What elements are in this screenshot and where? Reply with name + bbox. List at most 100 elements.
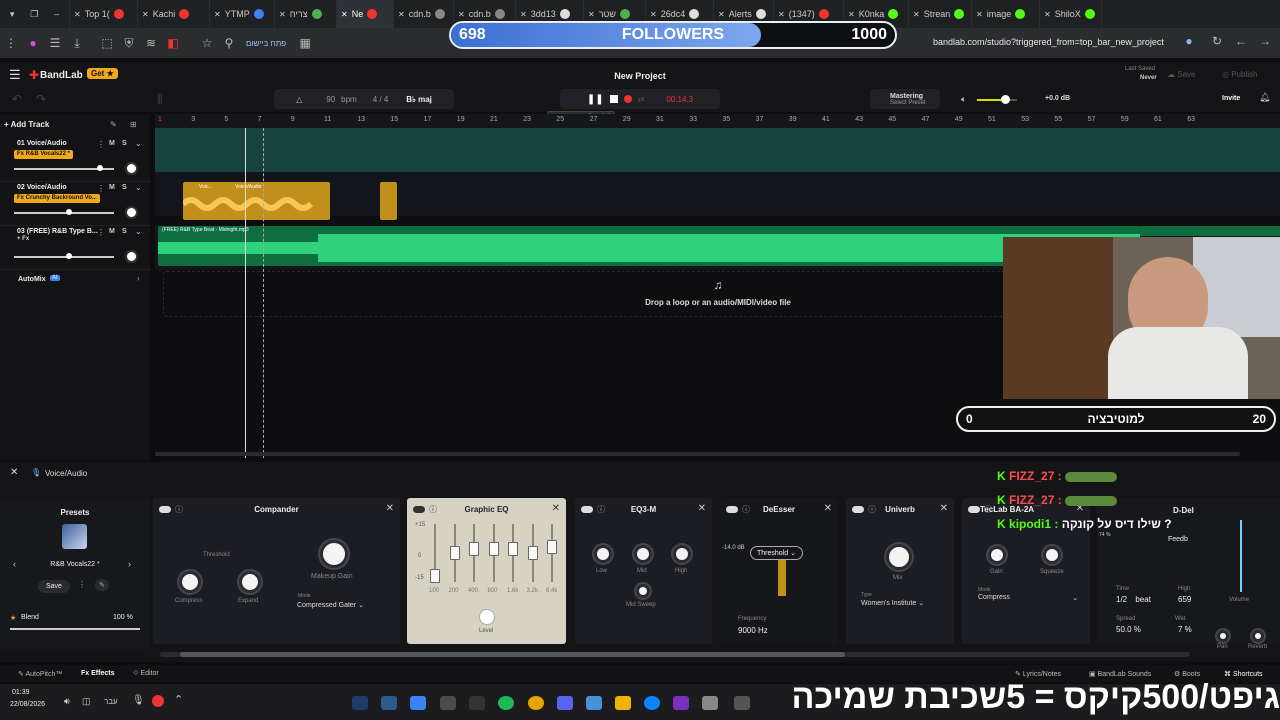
rename-icon[interactable]: ✎ — [95, 579, 109, 591]
teclab-mode-select[interactable]: Compress ⌄ — [978, 594, 1078, 602]
browser-tab[interactable]: ✕ Strean — [909, 0, 972, 28]
compander-close-icon[interactable]: ✕ — [386, 503, 394, 514]
feedback-label[interactable]: Feedb — [1165, 535, 1191, 544]
tab-close-icon[interactable]: ✕ — [458, 10, 465, 19]
solo-button[interactable]: S — [122, 140, 127, 147]
tab-search-icon[interactable]: ▾ — [10, 9, 15, 20]
tab-close-icon[interactable]: ✕ — [650, 10, 657, 19]
automix-row[interactable]: AutoMix AI › — [0, 269, 150, 289]
mute-button[interactable]: M — [109, 228, 115, 235]
app-window-icon[interactable]: ▦ — [294, 36, 316, 50]
lane-1[interactable] — [155, 128, 1280, 172]
discord-icon[interactable] — [557, 696, 573, 710]
project-title[interactable]: New Project — [0, 71, 1280, 81]
tray-expand-icon[interactable]: ⌃ — [174, 693, 183, 706]
low-knob[interactable] — [594, 545, 612, 563]
tab-close-icon[interactable]: ✕ — [778, 10, 785, 19]
add-track-button[interactable]: + Add Track — [4, 120, 49, 129]
lyrics-tab[interactable]: ✎ Lyrics/Notes — [1015, 670, 1061, 678]
shortcuts-tab[interactable]: ⌘ Shortcuts — [1224, 670, 1263, 678]
time-value[interactable]: 1/2 beat — [1116, 595, 1151, 604]
tab-close-icon[interactable]: ✕ — [848, 10, 855, 19]
invite-button[interactable]: Invite — [1222, 95, 1240, 102]
mic-tray-icon[interactable]: 🎙︎ — [132, 695, 145, 706]
mute-button[interactable]: M — [109, 140, 115, 147]
browser-tab[interactable]: ✕ Ne — [337, 0, 394, 28]
track-pan-knob[interactable] — [125, 206, 138, 219]
compress-knob[interactable] — [179, 571, 201, 593]
notification-bell-icon[interactable]: 🔔︎ — [1259, 92, 1270, 103]
track-volume-thumb[interactable] — [66, 209, 72, 215]
expand-knob[interactable] — [239, 571, 261, 593]
effects-scrollbar[interactable] — [160, 652, 1190, 657]
tab-close-icon[interactable]: ✕ — [214, 10, 221, 19]
makeup-gain-knob[interactable] — [320, 540, 348, 568]
horizontal-scrollbar[interactable] — [155, 452, 1240, 456]
app-icon-2[interactable] — [734, 696, 750, 710]
browser-tab[interactable]: ✕ ShiloX — [1040, 0, 1102, 28]
download-icon[interactable]: ⤓ — [66, 36, 88, 51]
track-menu-icon[interactable]: ⋮ — [97, 184, 105, 193]
record-tray-icon[interactable] — [152, 695, 164, 707]
browser-tab[interactable]: ✕ YTMP — [210, 0, 275, 28]
edge-icon[interactable] — [644, 696, 660, 710]
tab-close-icon[interactable]: ✕ — [1044, 10, 1051, 19]
window-controls[interactable]: ▾ ❐ – — [0, 0, 70, 28]
browser-tab[interactable]: ✕ cdn.b — [394, 0, 454, 28]
mute-button[interactable]: M — [109, 184, 115, 191]
tab-close-icon[interactable]: ✕ — [398, 10, 405, 19]
track-expand-icon[interactable]: ⌄ — [135, 139, 142, 148]
vs-icon[interactable] — [673, 696, 689, 710]
track-expand-icon[interactable]: ⌄ — [135, 183, 142, 192]
save-project-button[interactable]: ☁ Save — [1167, 70, 1195, 79]
wet-value[interactable]: 7 % — [1178, 625, 1192, 634]
eq-band-fader[interactable] — [527, 546, 538, 560]
tab-close-icon[interactable]: ✕ — [520, 10, 527, 19]
solo-button[interactable]: S — [122, 228, 127, 235]
spotify-icon[interactable] — [498, 696, 514, 710]
threshold-chip[interactable]: Threshold ⌄ — [750, 546, 803, 560]
mastering-selector[interactable]: Mastering Select Preset — [870, 89, 940, 109]
track-fx-chip[interactable]: + Fx — [14, 235, 32, 244]
explorer-icon[interactable] — [615, 696, 631, 710]
frequency-value[interactable]: 9000 Hz — [738, 626, 768, 635]
tab-close-icon[interactable]: ✕ — [74, 10, 81, 19]
eq-band-fader[interactable] — [449, 546, 460, 560]
track-header[interactable]: 01 Voice/Audio ⋮ M S ⌄ Fx R&B Vocals22 * — [0, 138, 150, 182]
undo-icon[interactable]: ↶ — [12, 92, 22, 106]
lane-2[interactable]: Voic... Voice/Audio — [155, 172, 1280, 220]
profile-icon[interactable]: ● — [22, 36, 44, 50]
chevron-right-icon[interactable]: › — [137, 274, 140, 283]
record-icon[interactable] — [623, 95, 632, 103]
beat-clip-tail[interactable] — [1140, 226, 1280, 236]
open-in-app-chip[interactable]: פתח ביישום — [246, 39, 286, 48]
eq-band-fader[interactable] — [547, 540, 557, 555]
track-volume-thumb[interactable] — [66, 253, 72, 259]
network-tray-icon[interactable]: ◫ — [82, 696, 91, 707]
save-preset-button[interactable]: Save — [38, 580, 70, 593]
track-menu-icon[interactable]: ⋮ — [97, 228, 105, 237]
bookmark-star-icon[interactable]: ☆ — [196, 36, 218, 50]
teclab-toggle[interactable] — [968, 506, 980, 513]
steam-icon[interactable] — [381, 696, 397, 710]
track-fx-chip[interactable]: Fx Crunchy Backround Vo... — [14, 194, 100, 203]
track-name[interactable]: 01 Voice/Audio — [17, 140, 67, 147]
store-icon[interactable] — [586, 696, 602, 710]
spread-value[interactable]: 50.0 % — [1116, 625, 1141, 634]
tab-close-icon[interactable]: ✕ — [279, 10, 286, 19]
preset-thumbnail[interactable] — [62, 524, 87, 549]
univerb-close-icon[interactable]: ✕ — [940, 503, 948, 514]
language-indicator[interactable]: עבר — [104, 697, 118, 706]
forward-icon[interactable]: → — [1254, 34, 1276, 48]
tune-icon[interactable]: ☰ — [44, 36, 66, 50]
track-name[interactable]: 02 Voice/Audio — [17, 184, 67, 191]
mid-knob[interactable] — [634, 545, 652, 563]
tab-close-icon[interactable]: ✕ — [913, 10, 920, 19]
eq-band-fader[interactable] — [508, 542, 518, 557]
key-icon[interactable]: ⚲ — [218, 36, 240, 50]
high-cut-value[interactable]: 659 — [1178, 595, 1191, 604]
eq-band-fader[interactable] — [430, 568, 440, 583]
mixer-icon[interactable]: ⫼ — [157, 92, 163, 107]
loop-icon[interactable]: ⇄ — [638, 95, 645, 104]
editor-tab[interactable]: ⟐ Editor — [133, 670, 159, 678]
